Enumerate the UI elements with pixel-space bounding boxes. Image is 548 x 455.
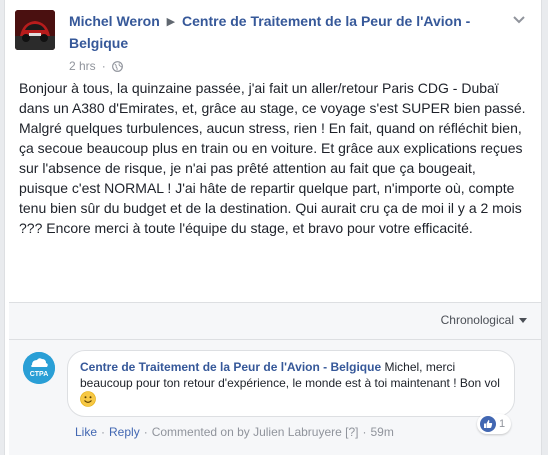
sort-label: Chronological xyxy=(440,313,514,327)
post-author-line: Michel Weron ▶ Centre de Traitement de l… xyxy=(69,11,499,53)
comment-sort-bar: Chronological xyxy=(9,302,541,340)
post-header: Michel Weron ▶ Centre de Traitement de l… xyxy=(15,10,529,80)
commenter-avatar[interactable]: CTPA xyxy=(23,352,55,384)
action-separator: · xyxy=(362,425,367,439)
reply-link[interactable]: Reply xyxy=(109,425,140,439)
comment-bubble: Centre de Traitement de la Peur de l'Avi… xyxy=(67,350,515,417)
globe-icon[interactable] xyxy=(111,60,123,72)
author-name-link[interactable]: Michel Weron xyxy=(69,13,160,29)
like-icon xyxy=(480,416,496,432)
post-meta: 2 hrs · xyxy=(69,58,123,74)
reaction-count: 1 xyxy=(499,418,506,430)
comment-sort-dropdown[interactable]: Chronological xyxy=(441,313,527,327)
like-link[interactable]: Like xyxy=(75,425,97,439)
smiley-emoji-icon xyxy=(80,391,96,407)
comment-timestamp[interactable]: 59m xyxy=(371,425,394,439)
shared-to-arrow-icon: ▶ xyxy=(166,16,176,28)
help-link[interactable]: [?] xyxy=(345,425,358,439)
ctpa-logo-icon: CTPA xyxy=(23,352,55,384)
comments-section: CTPA Centre de Traitement de la Peur de … xyxy=(9,340,541,455)
meta-separator: · xyxy=(101,59,106,73)
post-body-text: Bonjour à tous, la quinzaine passée, j'a… xyxy=(19,80,526,236)
post-timestamp[interactable]: 2 hrs xyxy=(69,58,96,74)
author-avatar[interactable] xyxy=(15,10,55,50)
caret-down-icon xyxy=(519,317,527,323)
car-photo xyxy=(15,10,55,50)
action-separator: · xyxy=(101,425,106,439)
commenter-avatar-label: CTPA xyxy=(30,371,49,378)
reaction-summary[interactable]: 1 xyxy=(477,414,512,434)
chevron-down-icon[interactable] xyxy=(511,14,527,26)
comment-author-link[interactable]: Centre de Traitement de la Peur de l'Avi… xyxy=(80,360,381,374)
post-card: Michel Weron ▶ Centre de Traitement de l… xyxy=(4,0,542,455)
action-separator: · xyxy=(143,425,148,439)
commented-on-by-text: Commented on by Julien Labruyere xyxy=(151,425,342,439)
comment-actions: Like · Reply · Commented on by Julien Labruy… xyxy=(75,424,394,440)
